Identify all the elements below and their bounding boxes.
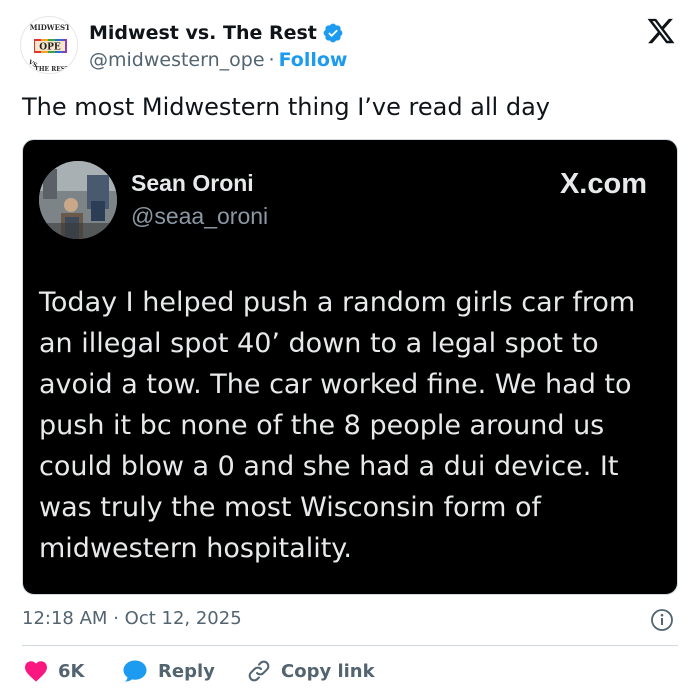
embedded-post-body: Today I helped push a random girls car f… <box>39 287 636 564</box>
copy-link-button[interactable]: Copy link <box>247 656 375 686</box>
link-icon <box>248 660 270 682</box>
embedded-site-label: X.com <box>559 168 647 200</box>
logo-top-text: MIDWEST <box>30 23 71 32</box>
post-date: Oct 12, 2025 <box>124 608 242 629</box>
info-icon[interactable] <box>650 608 674 632</box>
x-logo-icon[interactable] <box>646 16 676 46</box>
action-bar: 6K Reply Copy link <box>22 656 678 686</box>
author-name[interactable]: Midwest vs. The Rest <box>89 22 317 44</box>
embedded-author-avatar <box>39 161 117 239</box>
post-timestamp[interactable]: 12:18 AM · Oct 12, 2025 <box>22 608 242 629</box>
embedded-author-name: Sean Oroni <box>131 170 254 196</box>
reply-bubble-icon <box>123 660 147 682</box>
heart-icon <box>25 661 47 682</box>
author-handle-row: @midwestern_ope · Follow <box>89 49 347 71</box>
copy-link-label: Copy link <box>281 660 375 682</box>
author-handle[interactable]: @midwestern_ope <box>89 49 265 71</box>
reply-label: Reply <box>158 660 215 682</box>
tweet-text: The most Midwestern thing I’ve read all … <box>22 93 550 121</box>
post-time: 12:18 AM <box>22 608 108 629</box>
avatar-photo <box>39 161 117 239</box>
logo-center-text: OPE <box>39 43 61 53</box>
follow-button[interactable]: Follow <box>279 49 348 71</box>
separator-dot: · <box>268 49 275 71</box>
likes-count: 6K <box>58 660 85 682</box>
divider <box>22 645 678 646</box>
logo-graphic: MIDWEST OPE VS THE REST <box>22 18 77 73</box>
logo-bottom-text: THE REST <box>34 66 70 73</box>
timestamp-separator: · <box>113 608 119 629</box>
verified-badge-icon <box>323 23 343 43</box>
reply-button[interactable]: Reply <box>122 656 215 686</box>
embedded-author-handle: @seaa_oroni <box>131 203 269 229</box>
like-button[interactable]: 6K <box>24 656 84 686</box>
embedded-post-image[interactable]: Sean Oroni @seaa_oroni X.com Today I hel… <box>22 139 678 595</box>
author-avatar[interactable]: MIDWEST OPE VS THE REST <box>20 16 78 74</box>
tweet-header: MIDWEST OPE VS THE REST Midwest vs. The … <box>18 10 682 82</box>
